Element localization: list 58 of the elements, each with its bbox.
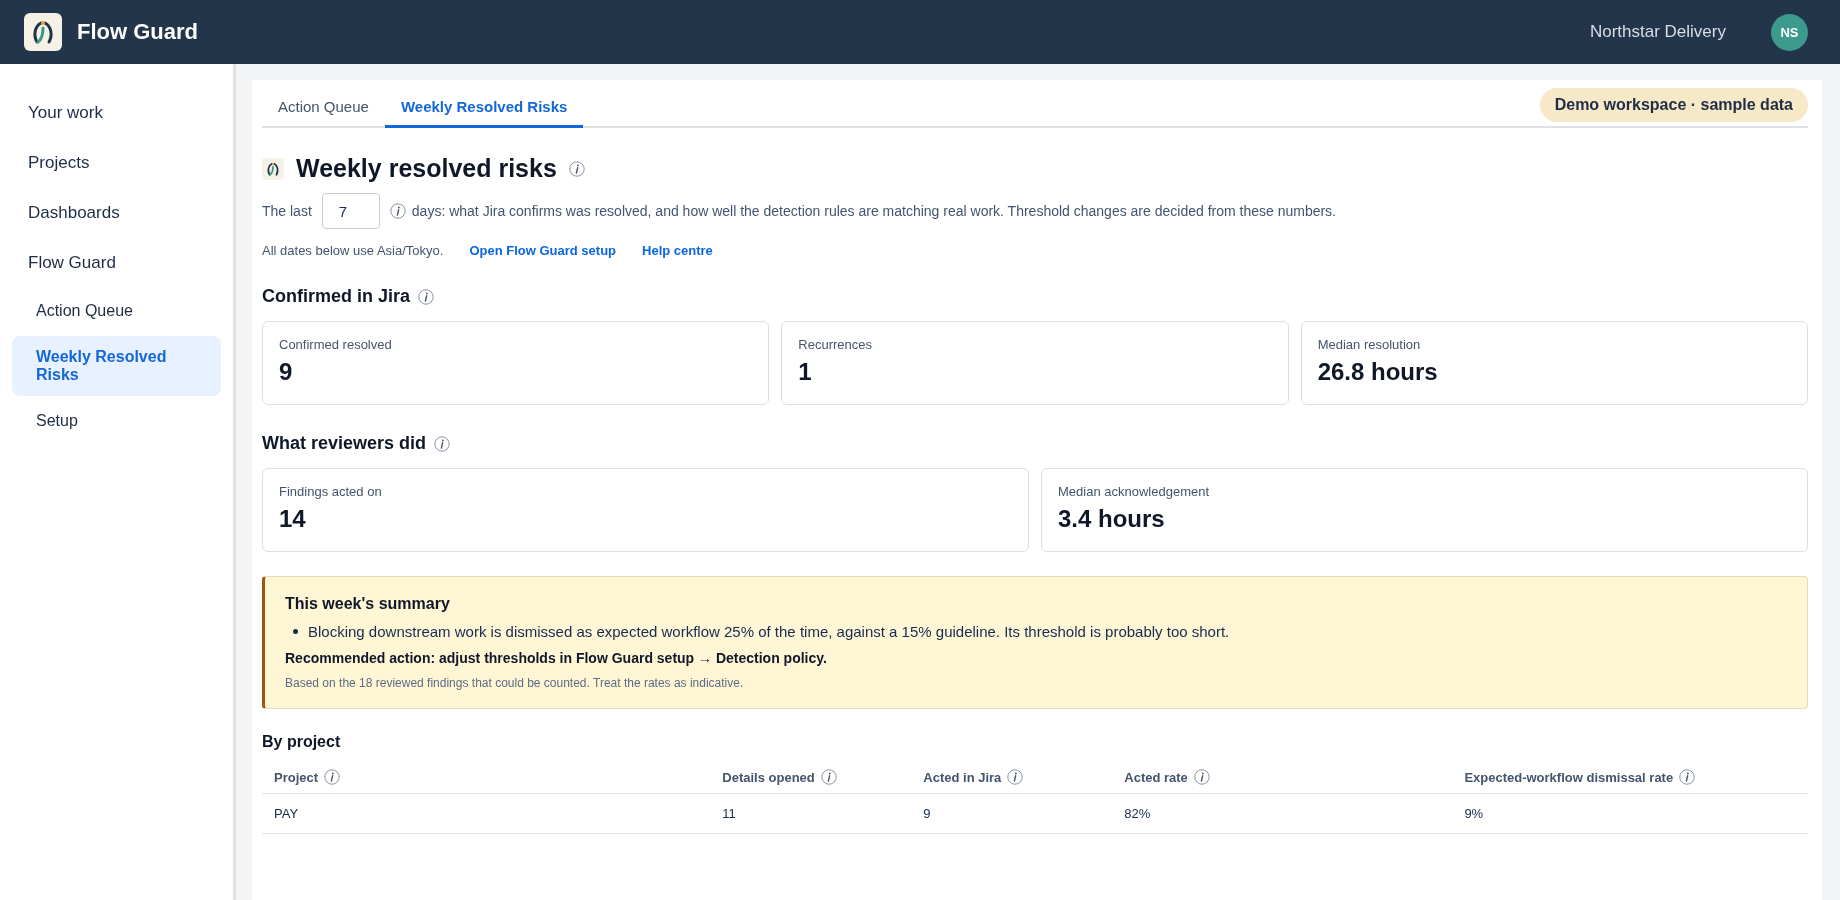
nav-subitem[interactable]: Setup (12, 400, 221, 442)
table-cell: 9 (923, 806, 931, 821)
section-title: Confirmed in Jira (262, 286, 411, 307)
summary-point: Blocking downstream work is dismissed as expected workflow 25% of the time, against a 15% guideline. Its threshold is probably too short. (308, 623, 1230, 640)
column-header: Details opened (722, 769, 815, 785)
tab[interactable]: Action Queue (262, 80, 385, 128)
info-icon[interactable] (389, 203, 406, 219)
metric-label: Findings acted on (279, 484, 383, 499)
info-icon[interactable] (1679, 769, 1696, 785)
nav-subitem[interactable]: Action Queue (12, 290, 221, 332)
info-icon[interactable] (434, 435, 451, 452)
info-icon[interactable] (1193, 769, 1210, 785)
summary-note: Based on the 18 reviewed findings that could be counted. Treat the rates as indicative. (285, 676, 744, 690)
info-icon[interactable] (820, 769, 837, 785)
metric-label: Median resolution (1317, 337, 1422, 352)
link[interactable]: Open Flow Guard setup (469, 243, 616, 258)
bullet-icon (293, 629, 298, 634)
info-icon[interactable] (1007, 769, 1024, 785)
logo-icon (24, 13, 62, 51)
metric-value: 9 (279, 358, 294, 386)
metric-label: Median acknowledgement (1058, 484, 1211, 499)
column-header: Expected-workflow dismissal rate (1464, 769, 1674, 785)
tab[interactable]: Weekly Resolved Risks (384, 80, 584, 128)
demo-badge: Demo workspace · sample data (1539, 87, 1808, 122)
nav-subitem[interactable]: Weekly Resolved Risks (12, 336, 221, 396)
table-cell: 82% (1124, 806, 1151, 821)
days-input[interactable]: 7 (321, 193, 380, 229)
nav-item[interactable]: Flow Guard (12, 238, 221, 288)
column-header: Acted rate (1124, 769, 1188, 785)
recommended-action: Recommended action: adjust thresholds in Flow Guard setup → Detection policy. (285, 650, 827, 666)
metric-value: 14 (279, 505, 307, 533)
table-title: By project (262, 733, 342, 751)
info-icon[interactable] (324, 769, 341, 785)
intro-text: days: what Jira confirms was resolved, and how well the detection rules are matching real work. Threshold changes are decided from these numbers. (411, 203, 1336, 219)
metric-value: 1 (798, 358, 813, 386)
workspace-name[interactable]: Northstar Delivery (1589, 22, 1726, 42)
info-icon[interactable] (568, 160, 585, 177)
summary-title: This week's summary (285, 595, 450, 613)
app-name: Flow Guard (77, 19, 198, 45)
metric-label: Confirmed resolved (279, 337, 393, 352)
metric-label: Recurrences (798, 337, 874, 352)
metric-value: 26.8 hours (1317, 358, 1439, 386)
nav-item[interactable]: Projects (12, 138, 221, 188)
nav-item[interactable]: Your work (12, 88, 221, 138)
info-icon[interactable] (418, 288, 435, 305)
table-cell: PAY (274, 806, 299, 821)
logo-icon (262, 157, 284, 180)
table-cell: 11 (722, 806, 736, 821)
metric-value: 3.4 hours (1058, 505, 1166, 533)
column-header: Project (274, 769, 319, 785)
intro-label: The last (262, 203, 312, 219)
link[interactable]: Help centre (642, 243, 713, 258)
table-cell: 9% (1464, 806, 1484, 821)
page-title: Weekly resolved risks (296, 154, 557, 183)
timezone-note: All dates below use Asia/Tokyo. (262, 243, 444, 258)
section-title: What reviewers did (262, 433, 427, 454)
nav-item[interactable]: Dashboards (12, 188, 221, 238)
column-header: Acted in Jira (923, 769, 1002, 785)
